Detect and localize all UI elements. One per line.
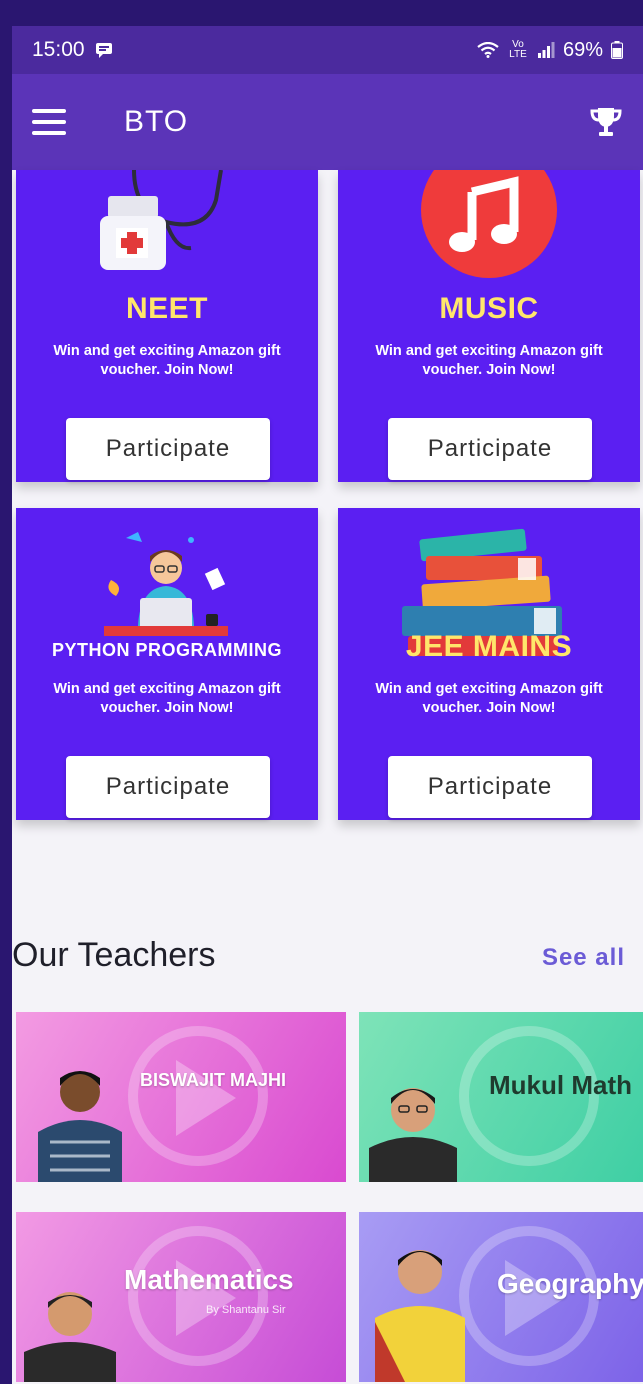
trophy-icon[interactable] <box>589 106 623 138</box>
teacher-photo <box>375 1250 465 1382</box>
signal-icon <box>537 42 555 58</box>
status-bar: 15:00 Vo LTE 69% <box>12 26 643 74</box>
quiz-category: JEE MAINS <box>405 630 573 663</box>
quiz-description: Win and get exciting Amazon gift voucher… <box>53 681 281 716</box>
teacher-name: Mukul Math <box>489 1070 632 1100</box>
battery-percent: 69% <box>562 38 603 61</box>
message-notification-icon <box>95 43 112 58</box>
battery-icon <box>611 41 623 59</box>
participate-button[interactable]: Participate <box>66 418 270 480</box>
teacher-card-geography[interactable]: Geography <box>359 1212 643 1382</box>
status-icons: Vo LTE 69% <box>477 39 623 62</box>
teacher-name: Geography <box>497 1268 643 1299</box>
teacher-card-biswajit-majhi[interactable]: BISWAJIT MAJHI <box>16 1012 346 1182</box>
see-all-link[interactable]: See all <box>542 944 625 972</box>
our-teachers-title: Our Teachers <box>12 936 216 974</box>
quiz-category: NEET <box>125 292 208 325</box>
participate-button[interactable]: Participate <box>388 418 592 480</box>
teacher-photo <box>369 1088 457 1182</box>
teacher-photo <box>38 1071 122 1182</box>
quiz-card-music[interactable]: MUSIC Win and get exciting Amazon gift v… <box>338 170 640 482</box>
status-time: 15:00 <box>32 38 85 61</box>
quiz-card-neet[interactable]: NEET Win and get exciting Amazon gift vo… <box>16 170 318 482</box>
wifi-icon <box>477 42 499 58</box>
quiz-card-jee-mains[interactable]: JEE MAINS Win and get exciting Amazon gi… <box>338 508 640 820</box>
quiz-description: Win and get exciting Amazon gift voucher… <box>375 343 603 378</box>
teacher-card-mathematics[interactable]: Mathematics By Shantanu Sir <box>16 1212 346 1382</box>
quiz-description: Win and get exciting Amazon gift voucher… <box>53 343 281 378</box>
medicine-stethoscope-icon <box>100 170 223 270</box>
participate-button[interactable]: Participate <box>66 756 270 818</box>
menu-icon[interactable] <box>32 109 66 135</box>
teacher-name: Mathematics <box>124 1264 294 1295</box>
network-type-label: Vo LTE <box>509 39 527 60</box>
status-time-group: 15:00 <box>32 38 113 62</box>
app-screen: 15:00 Vo LTE 69% BTO NEET Win and get ex… <box>12 26 643 1384</box>
teacher-name: BISWAJIT MAJHI <box>140 1070 287 1090</box>
teacher-photo <box>24 1292 116 1382</box>
quiz-description: Win and get exciting Amazon gift voucher… <box>375 681 603 716</box>
teacher-card-mukul-math[interactable]: Mukul Math <box>359 1012 643 1182</box>
app-bar: BTO <box>12 74 643 170</box>
app-title: BTO <box>124 105 189 138</box>
music-note-icon <box>421 170 557 278</box>
participate-button[interactable]: Participate <box>388 756 592 818</box>
quiz-card-python-programming[interactable]: PYTHON PROGRAMMING Win and get exciting … <box>16 508 318 820</box>
teacher-subtitle: By Shantanu Sir <box>206 1304 286 1316</box>
quiz-category: MUSIC <box>439 292 539 325</box>
quiz-category: PYTHON PROGRAMMING <box>51 640 282 660</box>
